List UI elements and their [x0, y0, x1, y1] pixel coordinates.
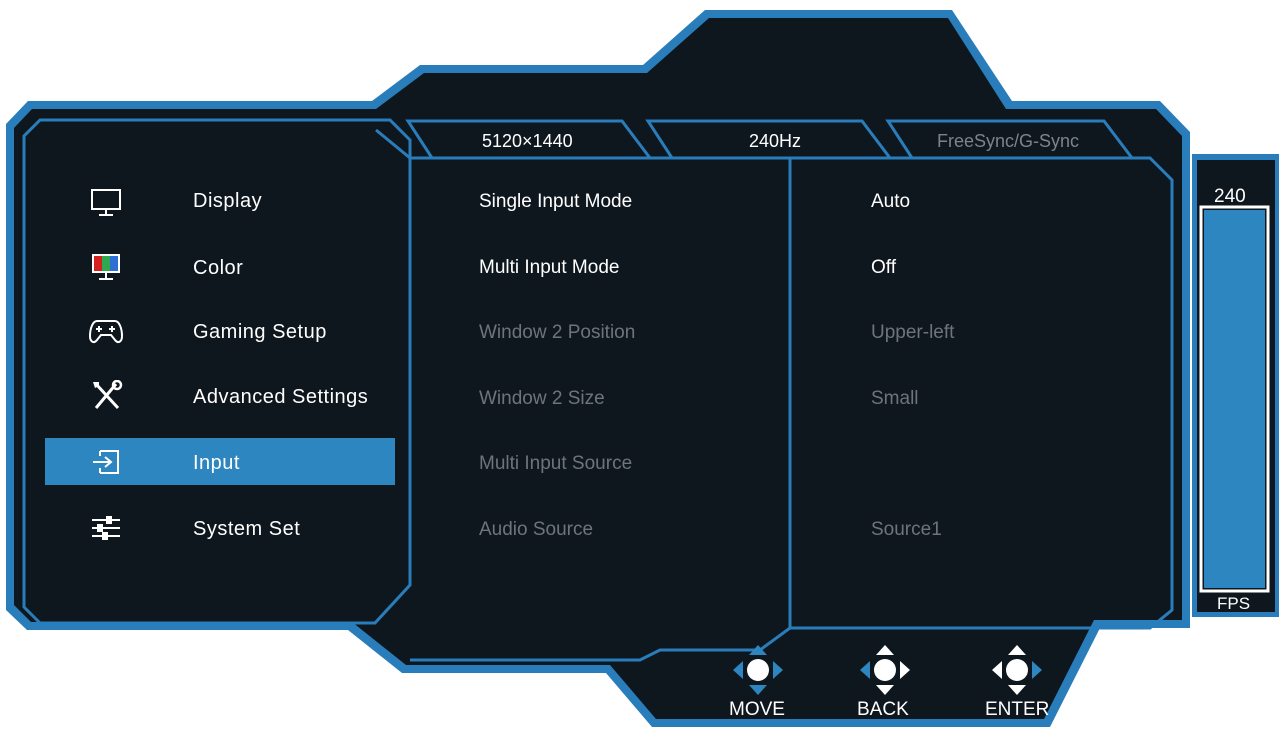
tab-resolution: 5120×1440 — [482, 131, 573, 151]
nav-label-enter: ENTER — [985, 699, 1050, 720]
fps-value: 240 — [1214, 186, 1246, 207]
option-window-2-size: Window 2 Size — [479, 388, 605, 409]
menu-item-system-set[interactable]: System Set — [193, 519, 300, 539]
input-arrow-icon — [93, 450, 119, 474]
monitor-icon — [91, 189, 121, 216]
nav-label-back: BACK — [857, 699, 909, 720]
menu-item-input[interactable]: Input — [193, 453, 240, 473]
wrench-screwdriver-icon — [93, 380, 123, 410]
color-bars-icon — [92, 254, 120, 280]
menu-item-gaming-setup[interactable]: Gaming Setup — [193, 322, 327, 342]
value-multi-input-mode[interactable]: Off — [871, 258, 896, 277]
sliders-icon — [92, 516, 120, 540]
osd-frame — [6, 10, 1279, 727]
value-single-input-mode[interactable]: Auto — [871, 192, 910, 211]
option-single-input-mode[interactable]: Single Input Mode — [479, 192, 632, 211]
osd-screen: 5120×1440 240Hz FreeSync/G-Sync Display … — [0, 0, 1279, 729]
tab-refresh-rate: 240Hz — [749, 131, 802, 151]
menu-item-advanced-settings[interactable]: Advanced Settings — [193, 387, 368, 407]
option-window-2-position: Window 2 Position — [479, 322, 636, 343]
joystick-move-icon — [733, 645, 783, 695]
gamepad-icon — [88, 320, 124, 344]
value-audio-source: Source1 — [871, 519, 942, 540]
value-window-2-size: Small — [871, 388, 919, 409]
option-multi-input-mode[interactable]: Multi Input Mode — [479, 258, 619, 277]
nav-label-move: MOVE — [729, 699, 785, 720]
option-multi-input-source: Multi Input Source — [479, 453, 633, 474]
option-audio-source: Audio Source — [479, 519, 594, 540]
value-window-2-position: Upper-left — [871, 322, 955, 343]
joystick-back-icon — [860, 645, 910, 695]
fps-gauge-fill — [1204, 210, 1265, 588]
menu-item-display[interactable]: Display — [193, 191, 262, 211]
tab-sync: FreeSync/G-Sync — [937, 131, 1080, 151]
fps-unit-label: FPS — [1217, 594, 1251, 613]
menu-item-color[interactable]: Color — [193, 258, 243, 278]
joystick-enter-icon — [992, 645, 1042, 695]
